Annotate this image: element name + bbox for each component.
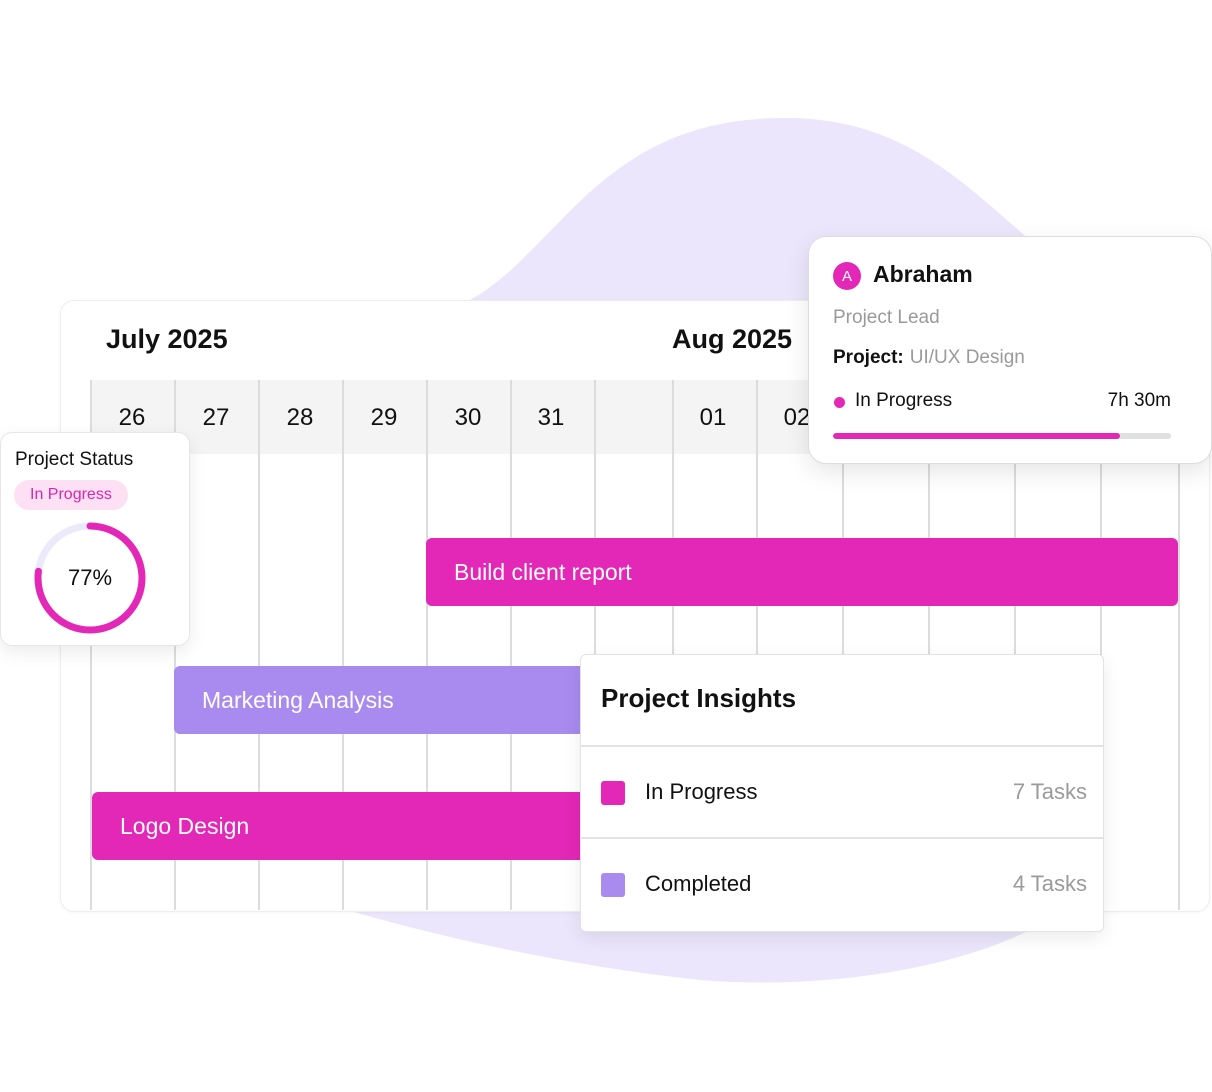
date-cell: 27 [202,404,230,431]
divider [581,745,1103,747]
insight-count-in-progress: 7 Tasks [1012,779,1087,804]
date-cell: 31 [537,404,565,431]
member-role: Project Lead [833,307,940,328]
date-cell: 28 [286,404,314,431]
status-card-title: Project Status [15,449,134,470]
project-insights-card: Project Insights In Progress 7 Tasks Com… [580,654,1104,932]
month-label-july: July 2025 [106,324,228,354]
date-cell: 26 [118,404,146,431]
insight-label-in-progress: In Progress [645,779,758,804]
insight-label-completed: Completed [645,871,752,896]
date-cell: 30 [454,404,482,431]
legend-swatch-in-progress [601,781,625,805]
task-bar-build-client-report[interactable]: Build client report [426,538,1178,606]
time-logged: 7h 30m [1107,390,1171,411]
progress-bar [833,433,1171,439]
task-bar-logo-design[interactable]: Logo Design [92,792,592,860]
member-status-label: In Progress [855,390,953,411]
task-bar-label: Build client report [454,558,632,585]
avatar: A [833,262,861,290]
project-key: Project: [833,347,904,368]
date-cell: 02 [783,404,811,431]
status-dot-icon [834,397,845,408]
divider [581,837,1103,839]
team-member-card[interactable]: A Abraham Project Lead Project: UI/UX Des… [808,236,1212,464]
date-cell: 29 [370,404,398,431]
month-label-aug: Aug 2025 [672,324,793,354]
project-status-card: Project Status In Progress 77% [0,432,190,646]
insights-title: Project Insights [601,683,797,713]
legend-swatch-completed [601,873,625,897]
project-value: UI/UX Design [909,347,1025,368]
project-row: Project: UI/UX Design [833,347,1025,369]
task-bar-marketing-analysis[interactable]: Marketing Analysis [174,666,594,734]
progress-bar-fill [833,433,1121,439]
insight-count-completed: 4 Tasks [1012,871,1087,896]
task-bar-label: Logo Design [120,812,250,839]
date-cell: 01 [699,404,727,431]
task-bar-label: Marketing Analysis [202,686,394,713]
progress-percent: 77% [67,565,113,590]
member-name: Abraham [873,261,973,287]
status-badge: In Progress [14,480,128,510]
